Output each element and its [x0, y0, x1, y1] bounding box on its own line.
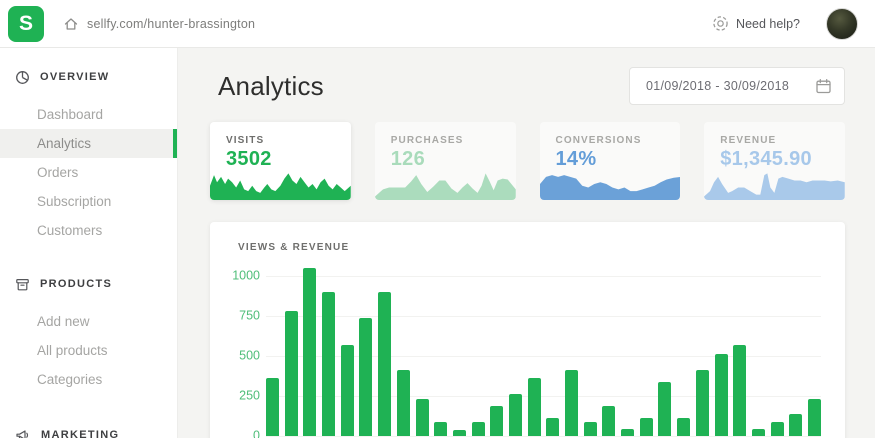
bar-day-4[interactable] — [322, 292, 336, 436]
stat-card-conversions[interactable]: CONVERSIONS 14% — [539, 122, 681, 200]
bar-day-29[interactable] — [789, 414, 803, 436]
home-icon — [64, 17, 78, 30]
gridline-0 — [266, 436, 821, 437]
sidebar-item-customers[interactable]: Customers — [0, 216, 177, 245]
box-icon — [16, 278, 29, 290]
bar-day-12[interactable] — [471, 422, 485, 436]
sidebar-item-add-new[interactable]: Add new — [0, 307, 177, 336]
bar-day-28[interactable] — [770, 422, 784, 436]
revenue-sparkline — [704, 173, 845, 200]
stat-card-visits[interactable]: VISITS 3502 — [210, 122, 351, 200]
bar-day-21[interactable] — [639, 418, 653, 436]
section-label-marketing: MARKETING — [41, 429, 120, 438]
ytick-label-750: 750 — [239, 308, 260, 323]
bar-day-22[interactable] — [658, 382, 672, 436]
conversions-label: CONVERSIONS — [555, 135, 642, 146]
bar-day-24[interactable] — [695, 370, 709, 436]
bar-day-16[interactable] — [546, 418, 560, 436]
visits-label: VISITS — [226, 135, 265, 146]
chart-bars — [266, 268, 821, 436]
visits-sparkline — [210, 173, 351, 200]
sidebar-item-analytics[interactable]: Analytics — [0, 129, 177, 158]
page-header: Analytics 01/09/2018 - 30/09/2018 — [210, 67, 845, 105]
ytick-label-500: 500 — [239, 348, 260, 363]
ytick-label-0: 0 — [253, 428, 260, 438]
help-lifebuoy-icon — [713, 16, 728, 31]
revenue-label: REVENUE — [720, 135, 777, 146]
sellfy-logo[interactable]: S — [8, 5, 44, 42]
bar-day-3[interactable] — [303, 268, 317, 436]
bar-day-8[interactable] — [396, 370, 410, 436]
chart-title: VIEWS & REVENUE — [238, 242, 350, 253]
date-range-value: 01/09/2018 - 30/09/2018 — [646, 79, 790, 93]
stat-card-purchases[interactable]: PURCHASES 126 — [374, 122, 516, 200]
topbar: S sellfy.com/hunter-brassington Need hel… — [0, 0, 875, 48]
bar-chart: 1000 750 500 250 0 — [226, 268, 829, 438]
purchases-label: PURCHASES — [390, 135, 464, 146]
bar-day-30[interactable] — [807, 399, 821, 436]
ytick-label-1000: 1000 — [232, 268, 260, 283]
user-avatar[interactable] — [826, 7, 858, 40]
bar-day-17[interactable] — [565, 370, 578, 436]
megaphone-icon — [16, 429, 29, 438]
main-content: Analytics 01/09/2018 - 30/09/2018 VISITS… — [179, 48, 875, 438]
purchases-sparkline — [374, 173, 516, 200]
section-label-overview: OVERVIEW — [40, 71, 110, 83]
bar-day-11[interactable] — [452, 430, 466, 436]
bar-day-23[interactable] — [677, 418, 691, 436]
bar-day-27[interactable] — [751, 429, 765, 436]
need-help-button[interactable]: Need help? — [712, 15, 800, 32]
stat-card-revenue[interactable]: REVENUE $1,345.90 — [704, 122, 845, 200]
page-title: Analytics — [218, 70, 324, 101]
calendar-icon — [816, 78, 831, 93]
bar-day-7[interactable] — [378, 292, 392, 436]
overview-nav-group: Dashboard Analytics Orders Subscription … — [0, 100, 177, 245]
bar-day-5[interactable] — [340, 345, 354, 436]
stat-cards-row: VISITS 3502 PURCHASES 126 CONVERSIONS 14… — [210, 122, 845, 200]
topbar-right: Need help? — [712, 7, 875, 40]
bar-day-20[interactable] — [621, 429, 635, 436]
sidebar-item-dashboard[interactable]: Dashboard — [0, 100, 177, 129]
bar-day-9[interactable] — [415, 399, 429, 436]
views-revenue-chart-card: VIEWS & REVENUE 1000 750 500 250 0 — [210, 222, 845, 438]
sidebar-section-overview[interactable]: OVERVIEW — [0, 62, 177, 92]
sidebar-item-orders[interactable]: Orders — [0, 158, 177, 187]
bar-day-18[interactable] — [583, 422, 597, 436]
sidebar-item-all-products[interactable]: All products — [0, 336, 177, 365]
bar-day-2[interactable] — [284, 311, 298, 436]
products-nav-group: Add new All products Categories — [0, 307, 177, 394]
bar-day-15[interactable] — [527, 378, 541, 436]
bar-day-13[interactable] — [490, 406, 504, 436]
bar-day-10[interactable] — [434, 422, 448, 436]
sidebar-item-categories[interactable]: Categories — [0, 365, 177, 394]
bar-day-1[interactable] — [266, 378, 279, 436]
sidebar-item-subscription[interactable]: Subscription — [0, 187, 177, 216]
sidebar-section-marketing[interactable]: MARKETING — [0, 420, 177, 438]
bar-day-26[interactable] — [733, 345, 747, 436]
date-range-picker[interactable]: 01/09/2018 - 30/09/2018 — [629, 67, 845, 105]
sidebar-section-products[interactable]: PRODUCTS — [0, 269, 177, 299]
sidebar: OVERVIEW Dashboard Analytics Orders Subs… — [0, 48, 178, 438]
section-label-products: PRODUCTS — [40, 278, 113, 290]
conversions-sparkline — [539, 175, 681, 200]
bar-day-6[interactable] — [359, 318, 373, 436]
bar-day-14[interactable] — [508, 394, 522, 436]
store-url-text: sellfy.com/hunter-brassington — [87, 16, 256, 31]
bar-day-25[interactable] — [714, 354, 728, 436]
ytick-label-250: 250 — [239, 388, 260, 403]
need-help-label: Need help? — [736, 16, 800, 31]
store-url-link[interactable]: sellfy.com/hunter-brassington — [63, 16, 255, 32]
bar-day-19[interactable] — [602, 406, 616, 436]
pie-chart-icon — [16, 70, 29, 84]
